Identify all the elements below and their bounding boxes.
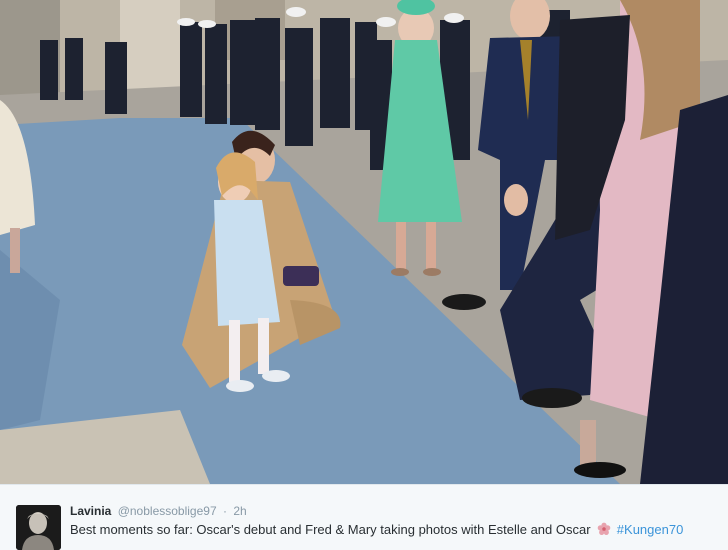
header-separator: ·	[222, 504, 227, 518]
tweet-card: Lavinia @noblessoblige97 · 2h Best momen…	[0, 484, 728, 550]
tweet-photo[interactable]	[0, 0, 728, 484]
hashtag-link[interactable]: #Kungen70	[617, 522, 684, 537]
tweet-timestamp[interactable]: 2h	[233, 504, 246, 518]
author-display-name[interactable]: Lavinia	[70, 504, 111, 518]
flower-icon	[597, 522, 611, 536]
photo-illustration	[0, 0, 728, 484]
tweet-text: Best moments so far: Oscar's debut and F…	[70, 521, 683, 538]
author-handle[interactable]: @noblessoblige97	[118, 504, 217, 518]
avatar[interactable]	[16, 505, 61, 550]
avatar-portrait-icon	[16, 505, 61, 550]
tweet-header: Lavinia @noblessoblige97 · 2h	[70, 504, 247, 519]
tweet-body: Best moments so far: Oscar's debut and F…	[70, 522, 591, 537]
